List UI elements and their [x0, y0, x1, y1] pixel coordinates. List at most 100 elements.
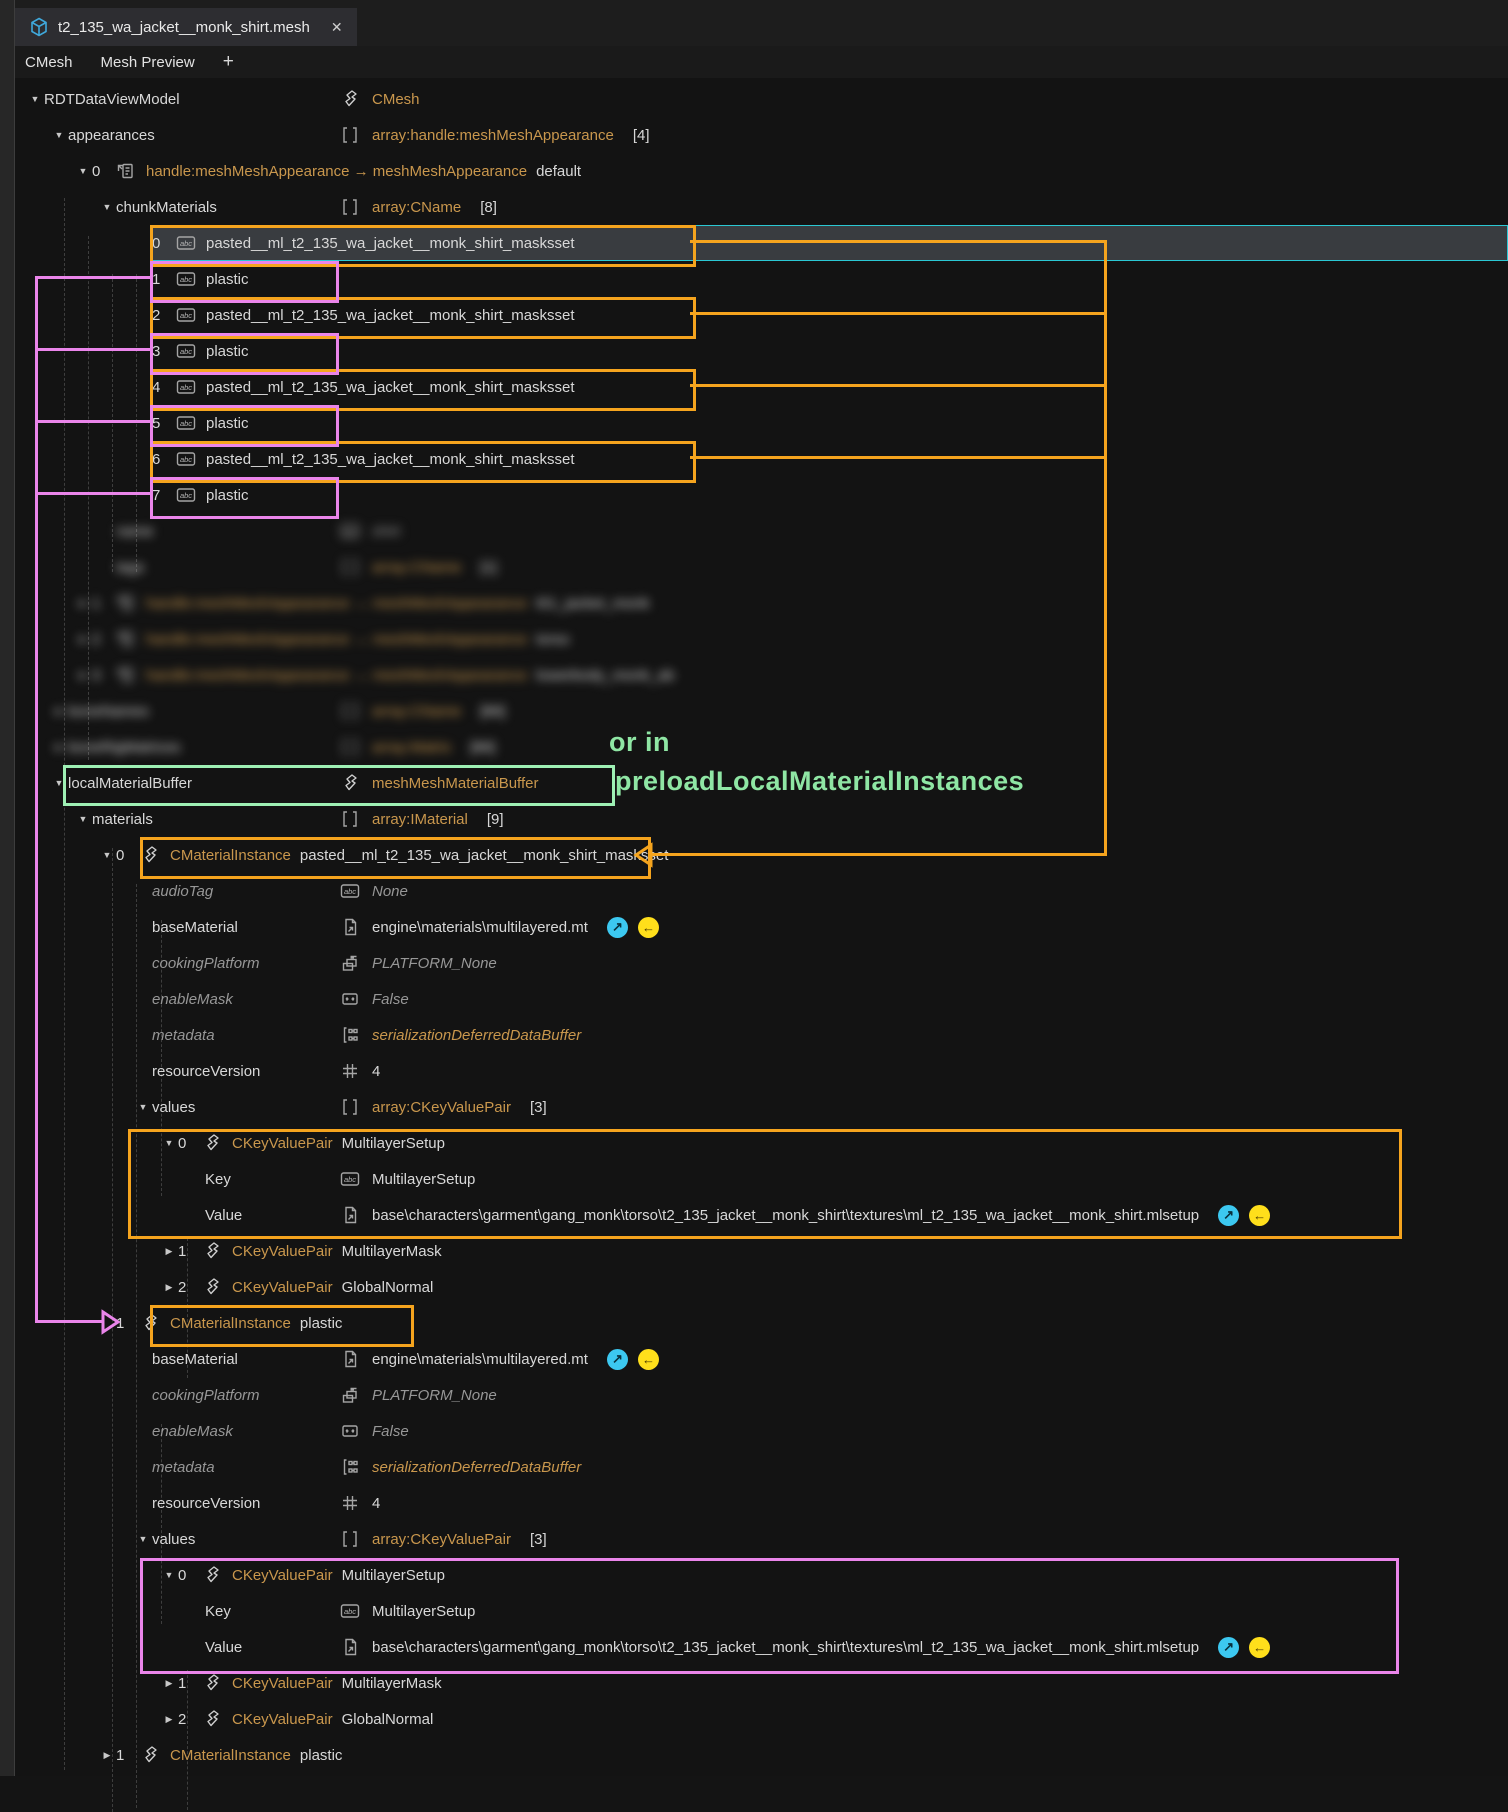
- expander-open-icon[interactable]: ▼: [50, 778, 68, 788]
- value-text: [86]: [480, 703, 505, 720]
- row-appearances[interactable]: ▼appearancesarray:handle:meshMeshAppeara…: [15, 117, 1508, 153]
- meta-icon: [340, 1025, 362, 1045]
- row-label: Value: [205, 1639, 242, 1656]
- expander-open-icon[interactable]: ▼: [134, 1102, 152, 1112]
- row-value-0[interactable]: Valuebase\characters\garment\gang_monk\t…: [15, 1197, 1508, 1233]
- open-resource-icon[interactable]: ↗: [607, 917, 628, 938]
- row-localmaterialbuffer[interactable]: ▼localMaterialBuffermeshMeshMaterialBuff…: [15, 765, 1508, 801]
- expander-open-icon[interactable]: ▼: [98, 850, 116, 860]
- row-resourceversion-1[interactable]: resourceVersion4: [15, 1485, 1508, 1521]
- expander-closed-icon[interactable]: ▶: [98, 1750, 116, 1761]
- abc-icon: abc: [176, 305, 198, 325]
- expander-open-icon[interactable]: ▼: [50, 130, 68, 140]
- back-reference-icon[interactable]: ←: [1249, 1637, 1270, 1658]
- row-chunk-6[interactable]: 6abcpasted__ml_t2_135_wa_jacket__monk_sh…: [15, 441, 1508, 477]
- row-material-1[interactable]: 1CMaterialInstanceplastic: [15, 1305, 1508, 1341]
- add-tab-icon[interactable]: +: [223, 51, 234, 73]
- row-chunk-7[interactable]: 7abcplastic: [15, 477, 1508, 513]
- open-resource-icon[interactable]: ↗: [607, 1349, 628, 1370]
- row-resourceversion-0[interactable]: resourceVersion4: [15, 1053, 1508, 1089]
- row-chunk-2[interactable]: 2abcpasted__ml_t2_135_wa_jacket__monk_sh…: [15, 297, 1508, 333]
- expander-closed-icon[interactable]: ▶: [160, 1714, 178, 1725]
- row-materials[interactable]: ▼materialsarray:IMaterial[9]: [15, 801, 1508, 837]
- row-material-0[interactable]: ▼0CMaterialInstancepasted__ml_t2_135_wa_…: [15, 837, 1508, 873]
- row-chunkmaterials[interactable]: ▼chunkMaterialsarray:CName[8]: [15, 189, 1508, 225]
- row-kvp-0-1[interactable]: ▶1CKeyValuePairMultilayerMask: [15, 1233, 1508, 1269]
- document-tab[interactable]: t2_135_wa_jacket__monk_shirt.mesh ✕: [15, 8, 357, 46]
- row-chunk-5[interactable]: 5abcplastic: [15, 405, 1508, 441]
- row-kvp-1-2[interactable]: ▶2CKeyValuePairGlobalNormal: [15, 1701, 1508, 1737]
- expander-open-icon[interactable]: ▼: [98, 202, 116, 212]
- expander-open-icon[interactable]: ▼: [74, 166, 92, 176]
- expander-open-icon[interactable]: ▼: [26, 94, 44, 104]
- back-reference-icon[interactable]: ←: [638, 1349, 659, 1370]
- row-kvp-0-0[interactable]: ▼0CKeyValuePairMultilayerSetup: [15, 1125, 1508, 1161]
- layers-icon: [340, 1385, 362, 1405]
- row-cookingplatform-0[interactable]: cookingPlatformPLATFORM_None: [15, 945, 1508, 981]
- row-values-1[interactable]: ▼valuesarray:CKeyValuePair[3]: [15, 1521, 1508, 1557]
- row-kvp-1-0[interactable]: ▼0CKeyValuePairMultilayerSetup: [15, 1557, 1508, 1593]
- expander-closed-icon[interactable]: ▶: [50, 706, 68, 717]
- row-blurred-bonerigmatrices[interactable]: ▶boneRigMatricesarray:Matrix[86]: [15, 729, 1508, 765]
- abc-icon: abc: [340, 1601, 362, 1621]
- row-value-1[interactable]: Valuebase\characters\garment\gang_monk\t…: [15, 1629, 1508, 1665]
- back-reference-icon[interactable]: ←: [638, 917, 659, 938]
- row-kvp-1-1[interactable]: ▶1CKeyValuePairMultilayerMask: [15, 1665, 1508, 1701]
- row-enablemask-0[interactable]: enableMaskFalse: [15, 981, 1508, 1017]
- tab-cmesh[interactable]: CMesh: [25, 54, 73, 71]
- brackets-icon: [340, 197, 362, 217]
- row-label: t01_jacket_monk: [536, 595, 649, 612]
- expander-open-icon[interactable]: ▼: [160, 1138, 178, 1148]
- row-metadata-1[interactable]: metadataserializationDeferredDataBuffer: [15, 1449, 1508, 1485]
- back-reference-icon[interactable]: ←: [1249, 1205, 1270, 1226]
- row-label: metadata: [152, 1459, 215, 1476]
- mesh-file-icon: [29, 17, 49, 37]
- expander-closed-icon[interactable]: ▶: [50, 742, 68, 753]
- row-key-0[interactable]: KeyabcMultilayerSetup: [15, 1161, 1508, 1197]
- row-basematerial-1[interactable]: baseMaterialengine\materials\multilayere…: [15, 1341, 1508, 1377]
- row-values-0[interactable]: ▼valuesarray:CKeyValuePair[3]: [15, 1089, 1508, 1125]
- row-value: abcshirt: [340, 513, 409, 549]
- expander-closed-icon[interactable]: ▶: [74, 634, 92, 645]
- class-icon: [202, 1241, 224, 1261]
- row-chunk-3[interactable]: 3abcplastic: [15, 333, 1508, 369]
- open-resource-icon[interactable]: ↗: [1218, 1637, 1239, 1658]
- row-blurred-tags[interactable]: tagsarray:CName[1]: [15, 549, 1508, 585]
- row-chunk-1[interactable]: 1abcplastic: [15, 261, 1508, 297]
- row-chunk-0[interactable]: 0abcpasted__ml_t2_135_wa_jacket__monk_sh…: [15, 225, 1508, 261]
- row-material-1-collapsed[interactable]: ▶1CMaterialInstanceplastic: [15, 1737, 1508, 1773]
- handle-icon: [116, 629, 138, 649]
- row-kvp-0-2[interactable]: ▶2CKeyValuePairGlobalNormal: [15, 1269, 1508, 1305]
- row-enablemask-1[interactable]: enableMaskFalse: [15, 1413, 1508, 1449]
- row-audiotag[interactable]: audioTagabcNone: [15, 873, 1508, 909]
- row-blurred-appearance-2[interactable]: ▶2handle:meshMeshAppearance → meshMeshAp…: [15, 621, 1508, 657]
- expander-closed-icon[interactable]: ▶: [74, 598, 92, 609]
- tab-close-icon[interactable]: ✕: [331, 19, 343, 36]
- expander-closed-icon[interactable]: ▶: [160, 1282, 178, 1293]
- row-appearance-0[interactable]: ▼0handle:meshMeshAppearance → meshMeshAp…: [15, 153, 1508, 189]
- class-icon: [202, 1277, 224, 1297]
- expander-closed-icon[interactable]: ▶: [160, 1246, 178, 1257]
- row-blurred-name[interactable]: nameabcshirt: [15, 513, 1508, 549]
- row-basematerial-0[interactable]: baseMaterialengine\materials\multilayere…: [15, 909, 1508, 945]
- row-rdt-root[interactable]: ▼RDTDataViewModelCMesh: [15, 81, 1508, 117]
- row-label: handle:meshMeshAppearance → meshMeshAppe…: [146, 163, 527, 180]
- row-blurred-appearance-1[interactable]: ▶1handle:meshMeshAppearance → meshMeshAp…: [15, 585, 1508, 621]
- expander-closed-icon[interactable]: ▶: [160, 1678, 178, 1689]
- row-metadata-0[interactable]: metadataserializationDeferredDataBuffer: [15, 1017, 1508, 1053]
- row-label: MultilayerMask: [342, 1243, 442, 1260]
- expander-open-icon[interactable]: ▼: [134, 1534, 152, 1544]
- row-key-1[interactable]: KeyabcMultilayerSetup: [15, 1593, 1508, 1629]
- row-blurred-bonenames[interactable]: ▶boneNamesarray:CName[86]: [15, 693, 1508, 729]
- row-cookingplatform-1[interactable]: cookingPlatformPLATFORM_None: [15, 1377, 1508, 1413]
- expander-open-icon[interactable]: ▼: [160, 1570, 178, 1580]
- row-blurred-appearance-3[interactable]: ▶3handle:meshMeshAppearance → meshMeshAp…: [15, 657, 1508, 693]
- expander-closed-icon[interactable]: ▶: [74, 670, 92, 681]
- row-chunk-4[interactable]: 4abcpasted__ml_t2_135_wa_jacket__monk_sh…: [15, 369, 1508, 405]
- class-icon: [140, 1745, 162, 1765]
- open-resource-icon[interactable]: ↗: [1218, 1205, 1239, 1226]
- tab-mesh-preview[interactable]: Mesh Preview: [101, 54, 195, 71]
- svg-text:abc: abc: [180, 455, 192, 464]
- array-index: 1: [152, 271, 165, 288]
- expander-open-icon[interactable]: ▼: [74, 814, 92, 824]
